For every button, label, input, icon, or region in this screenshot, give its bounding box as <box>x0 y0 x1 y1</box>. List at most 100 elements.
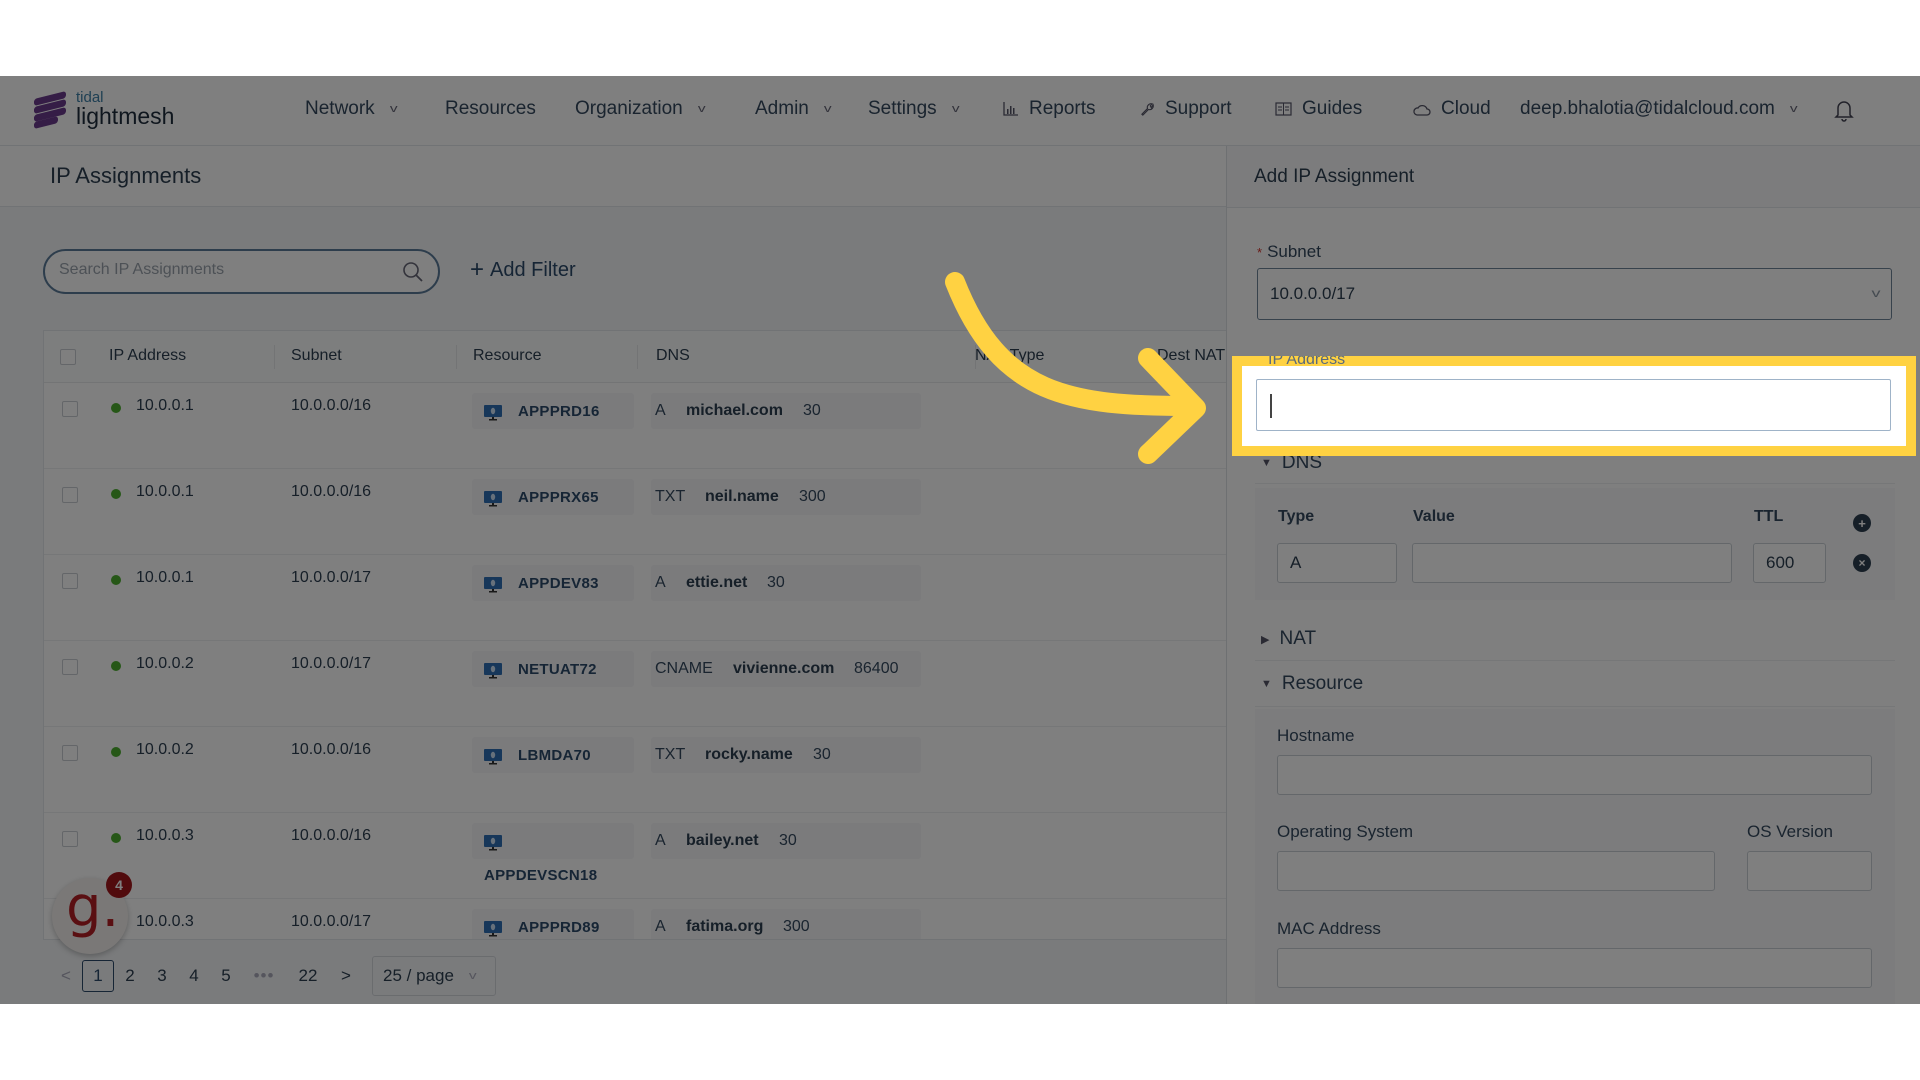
guide-widget[interactable]: g. 4 <box>52 872 132 954</box>
table-row[interactable]: 10.0.0.1 10.0.0.0/17 APPDEV83 Aettie.net 30 <box>44 555 1226 641</box>
col-dns[interactable]: DNS <box>656 347 690 365</box>
ip-address-field[interactable] <box>1256 379 1891 431</box>
resource-name[interactable]: APPPRD16 <box>518 403 600 420</box>
ip-address-cell[interactable]: 10.0.0.1 <box>136 483 194 501</box>
user-menu[interactable]: deep.bhalotia@tidalcloud.com v <box>1520 98 1797 120</box>
col-dest-nat[interactable]: Dest NAT <box>1157 347 1225 365</box>
table-row[interactable]: 10.0.0.1 10.0.0.0/16 APPPRX65 TXT neil.name 3… <box>44 469 1226 555</box>
resource-chip[interactable]: APPDEV83 <box>472 565 634 601</box>
bar-chart-icon <box>1003 102 1018 116</box>
nav-cloud[interactable]: Cloud <box>1413 98 1491 120</box>
resource-chip[interactable]: LBMDA70 <box>472 737 634 773</box>
dns-ttl-field[interactable]: 600 <box>1753 543 1826 583</box>
ip-address-cell[interactable]: 10.0.0.3 <box>136 827 194 845</box>
nat-section-toggle[interactable]: ▶ NAT <box>1261 628 1316 650</box>
nav-resources[interactable]: Resources <box>445 98 536 120</box>
nav-settings[interactable]: Settings v <box>868 98 959 120</box>
hostname-field[interactable] <box>1277 755 1872 795</box>
page-3[interactable]: 3 <box>146 960 178 992</box>
add-filter-button[interactable]: + Add Filter <box>470 256 576 284</box>
row-checkbox[interactable] <box>62 401 78 417</box>
remove-dns-record-icon[interactable]: × <box>1853 554 1871 572</box>
bell-icon[interactable] <box>1834 98 1854 122</box>
guide-count-badge: 4 <box>106 872 132 898</box>
page-5[interactable]: 5 <box>210 960 242 992</box>
nav-reports[interactable]: Reports <box>1003 98 1096 120</box>
next-page-button[interactable]: > <box>330 960 362 992</box>
table-header: IP Address Subnet Resource DNS NAT Type … <box>44 331 1226 383</box>
col-subnet[interactable]: Subnet <box>291 347 342 365</box>
pagination: < 1 2 3 4 5 ••• 22 > 25 / page v <box>50 956 496 996</box>
nav-network[interactable]: Network v <box>305 98 397 120</box>
nav-guides[interactable]: Guides <box>1275 98 1362 120</box>
pagination-ellipsis[interactable]: ••• <box>242 960 286 992</box>
col-nat-type[interactable]: NAT Type <box>975 347 1044 365</box>
resource-chip[interactable]: NETUAT72 <box>472 651 634 687</box>
os-field[interactable] <box>1277 851 1715 891</box>
user-email: deep.bhalotia@tidalcloud.com <box>1520 98 1775 119</box>
table-row[interactable]: 10.0.0.2 10.0.0.0/17 NETUAT72 CNAME vivienne… <box>44 641 1226 727</box>
resource-chip[interactable]: APPPRD89 <box>472 909 634 939</box>
required-marker: * <box>1257 245 1263 260</box>
table-row[interactable]: 10.0.0.3 10.0.0.0/17 APPPRD89 Afatima.org 30… <box>44 899 1226 939</box>
resource-chip[interactable]: APPPRD16 <box>472 393 634 429</box>
row-checkbox[interactable] <box>62 487 78 503</box>
mac-address-input[interactable] <box>1290 958 1859 978</box>
ip-address-cell[interactable]: 10.0.0.1 <box>136 569 194 587</box>
row-checkbox[interactable] <box>62 745 78 761</box>
row-checkbox[interactable] <box>62 573 78 589</box>
dns-value: ettie.net <box>686 574 748 591</box>
dns-type-field[interactable]: A <box>1277 543 1397 583</box>
monitor-icon <box>484 749 502 765</box>
wrench-icon <box>1141 102 1154 116</box>
os-input[interactable] <box>1290 861 1702 881</box>
resource-name[interactable]: NETUAT72 <box>518 661 597 678</box>
table-row[interactable]: 10.0.0.2 10.0.0.0/16 LBMDA70 TXT rocky.name 3… <box>44 727 1226 813</box>
os-version-label: OS Version <box>1747 822 1833 841</box>
select-all-checkbox[interactable] <box>60 349 76 365</box>
os-version-field[interactable] <box>1747 851 1872 891</box>
ip-address-cell[interactable]: 10.0.0.2 <box>136 655 194 673</box>
search-icon[interactable] <box>402 261 424 283</box>
add-dns-record-icon[interactable]: + <box>1853 514 1871 532</box>
ip-address-cell[interactable]: 10.0.0.3 <box>136 913 194 931</box>
resource-section-toggle[interactable]: ▼ Resource <box>1261 673 1363 695</box>
row-checkbox[interactable] <box>62 659 78 675</box>
nav-support[interactable]: Support <box>1140 98 1232 120</box>
nav-admin[interactable]: Admin v <box>755 98 831 120</box>
monitor-icon <box>484 491 502 507</box>
resource-name[interactable]: LBMDA70 <box>518 747 591 764</box>
resource-name[interactable]: APPPRX65 <box>518 489 599 506</box>
nav-organization[interactable]: Organization v <box>575 98 705 120</box>
table-row[interactable]: 10.0.0.3 10.0.0.0/16 APPDEVSCN18 Abailey.ne… <box>44 813 1226 899</box>
mac-address-field[interactable] <box>1277 948 1872 988</box>
ip-address-cell[interactable]: 10.0.0.2 <box>136 741 194 759</box>
dns-value-input[interactable] <box>1425 553 1719 573</box>
logo[interactable]: tidal lightmesh <box>34 90 174 129</box>
search-box[interactable] <box>43 249 440 294</box>
col-ip-address[interactable]: IP Address <box>109 347 186 365</box>
table-row[interactable]: 10.0.0.1 10.0.0.0/16 APPPRD16 Amichael.com 3… <box>44 383 1226 469</box>
resource-name[interactable]: APPDEVSCN18 <box>484 867 597 884</box>
resource-chip[interactable]: APPDEVSCN18 <box>472 823 634 884</box>
col-resource[interactable]: Resource <box>473 347 541 365</box>
resource-chip[interactable]: APPPRX65 <box>472 479 634 515</box>
page-2[interactable]: 2 <box>114 960 146 992</box>
prev-page-button[interactable]: < <box>50 960 82 992</box>
page-1[interactable]: 1 <box>82 960 114 992</box>
dns-ttl: 30 <box>803 402 821 419</box>
page-4[interactable]: 4 <box>178 960 210 992</box>
subnet-select[interactable]: 10.0.0.0/17 v <box>1257 268 1892 320</box>
hostname-input[interactable] <box>1290 765 1859 785</box>
page-22[interactable]: 22 <box>286 960 330 992</box>
resource-name[interactable]: APPDEV83 <box>518 575 599 592</box>
search-input[interactable] <box>59 261 389 279</box>
os-version-input[interactable] <box>1760 861 1859 881</box>
ip-address-cell[interactable]: 10.0.0.1 <box>136 397 194 415</box>
dns-value-field[interactable] <box>1412 543 1732 583</box>
row-checkbox[interactable] <box>62 831 78 847</box>
nav-cloud-label: Cloud <box>1441 98 1491 119</box>
resource-name[interactable]: APPPRD89 <box>518 919 600 936</box>
page-size-select[interactable]: 25 / page v <box>372 956 496 996</box>
ip-address-input[interactable] <box>1257 380 1890 430</box>
